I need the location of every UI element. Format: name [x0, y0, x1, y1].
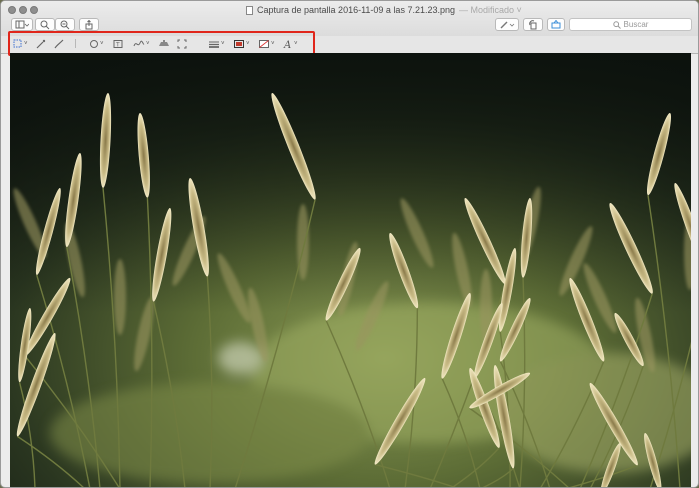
zoom-in-button[interactable]: [55, 18, 75, 31]
zoom-out-icon: [40, 20, 50, 29]
image-canvas: [10, 53, 691, 487]
close-button[interactable]: [8, 6, 16, 14]
search-icon: [612, 20, 621, 29]
window-title: Captura de pantalla 2016-11-09 a las 7.2…: [246, 5, 522, 15]
markup-pen-button[interactable]: [495, 18, 519, 31]
modified-status[interactable]: — Modificado ˅: [459, 5, 522, 15]
rotate-button[interactable]: [523, 18, 543, 31]
zoom-in-icon: [60, 20, 70, 29]
preview-window: Captura de pantalla 2016-11-09 a las 7.2…: [0, 0, 699, 488]
share-button[interactable]: [79, 18, 99, 31]
grass-photo: [10, 53, 691, 487]
search-field[interactable]: Buscar: [569, 18, 692, 31]
sidebar-icon: [15, 20, 29, 29]
blurred-grass: [114, 259, 126, 335]
rotate-icon: [529, 19, 537, 29]
sidebar-button[interactable]: [11, 18, 33, 31]
zoom-button[interactable]: [30, 6, 38, 14]
search-placeholder: Buscar: [623, 20, 649, 29]
annotate-icon: [551, 20, 561, 29]
document-icon: [246, 5, 253, 15]
markup-pen-icon: [500, 21, 515, 29]
share-icon: [85, 19, 93, 29]
annotate-button[interactable]: [547, 18, 565, 31]
minimize-button[interactable]: [19, 6, 27, 14]
window-title-text: Captura de pantalla 2016-11-09 a las 7.2…: [257, 5, 455, 15]
zoom-out-button[interactable]: [35, 18, 55, 31]
